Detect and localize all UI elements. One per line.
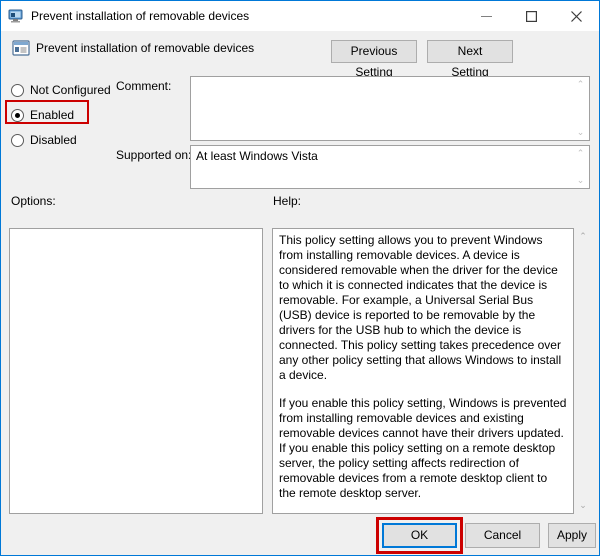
comment-field[interactable]: ⌃ ⌄	[190, 76, 590, 141]
apply-button[interactable]: Apply	[548, 523, 596, 548]
help-paragraph: This policy setting allows you to preven…	[279, 233, 562, 382]
scroll-up-icon[interactable]: ⌃	[574, 228, 592, 245]
help-label: Help:	[273, 194, 302, 208]
policy-monitor-icon	[8, 8, 24, 24]
maximize-icon	[526, 10, 537, 22]
minimize-button[interactable]	[464, 1, 509, 31]
help-panel: This policy setting allows you to preven…	[272, 228, 574, 514]
scroll-up-icon[interactable]: ⌃	[572, 146, 589, 161]
policy-name-label: Prevent installation of removable device…	[36, 41, 255, 55]
title-bar: Prevent installation of removable device…	[1, 1, 599, 31]
maximize-button[interactable]	[509, 1, 554, 31]
supported-on-label: Supported on:	[116, 148, 192, 162]
radio-disabled[interactable]: Disabled	[11, 131, 77, 149]
radio-not-configured-mark[interactable]	[11, 83, 24, 97]
supported-on-field[interactable]: At least Windows Vista ⌃ ⌄	[190, 145, 590, 189]
radio-disabled-mark[interactable]	[11, 133, 24, 147]
comment-input[interactable]	[191, 77, 571, 140]
scroll-down-icon[interactable]: ⌄	[574, 497, 592, 514]
ok-button[interactable]: OK	[382, 523, 457, 548]
help-paragraph: If you enable this policy setting, Windo…	[279, 396, 567, 500]
radio-enabled-mark[interactable]	[11, 108, 24, 122]
comment-scrollbar[interactable]: ⌃ ⌄	[571, 77, 589, 140]
group-policy-setting-dialog: Prevent installation of removable device…	[0, 0, 600, 556]
caption-buttons	[464, 1, 599, 31]
minimize-icon	[481, 15, 492, 17]
close-button[interactable]	[554, 1, 599, 31]
options-label: Options:	[11, 194, 56, 208]
supported-on-scrollbar[interactable]: ⌃ ⌄	[571, 146, 589, 188]
supported-on-value: At least Windows Vista	[196, 149, 318, 163]
radio-enabled[interactable]: Enabled	[11, 106, 74, 124]
window-title: Prevent installation of removable device…	[31, 9, 250, 23]
policy-header: Prevent installation of removable device…	[2, 31, 599, 79]
radio-enabled-label: Enabled	[30, 108, 75, 122]
scroll-down-icon[interactable]: ⌄	[572, 125, 589, 140]
next-setting-button[interactable]: Next Setting	[427, 40, 513, 79]
previous-setting-button[interactable]: Previous Setting	[331, 40, 417, 79]
close-icon	[571, 10, 582, 22]
radio-not-configured-label: Not Configured	[30, 83, 111, 97]
help-scrollbar[interactable]: ⌃ ⌄	[574, 228, 592, 514]
options-panel[interactable]	[9, 228, 263, 514]
scroll-up-icon[interactable]: ⌃	[572, 77, 589, 92]
scroll-down-icon[interactable]: ⌄	[572, 173, 589, 188]
cancel-button[interactable]: Cancel	[465, 523, 540, 548]
radio-disabled-label: Disabled	[30, 133, 77, 147]
help-panel-wrapper: This policy setting allows you to preven…	[272, 228, 592, 514]
comment-label: Comment:	[116, 79, 172, 93]
policy-setting-icon	[12, 39, 30, 57]
radio-not-configured[interactable]: Not Configured	[11, 81, 111, 99]
